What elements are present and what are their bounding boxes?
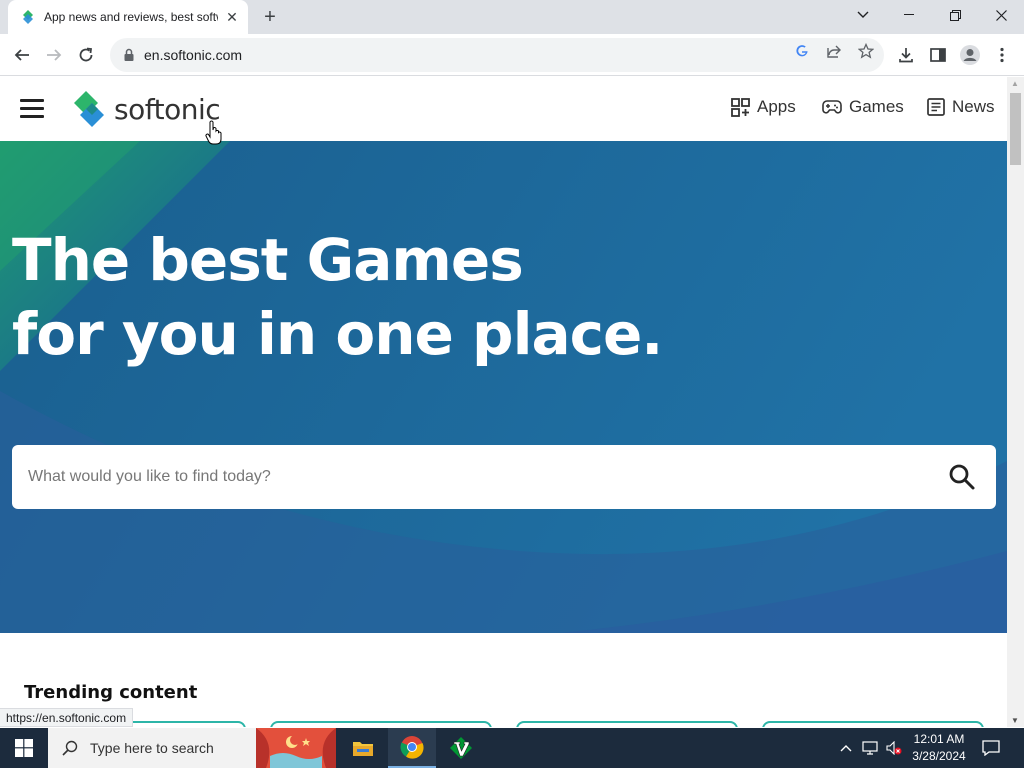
back-icon[interactable] xyxy=(6,39,38,71)
trending-card[interactable] xyxy=(516,721,738,727)
url-text: en.softonic.com xyxy=(144,47,243,63)
hero-background xyxy=(0,141,1007,633)
hero-heading: The best Games for you in one place. xyxy=(12,223,663,371)
softonic-favicon-icon xyxy=(23,10,33,24)
softonic-logo-icon xyxy=(74,91,104,127)
scroll-up-arrow-icon[interactable]: ▲ xyxy=(1011,79,1019,88)
minimize-button[interactable] xyxy=(886,0,932,30)
gamepad-icon xyxy=(822,100,842,114)
chrome-taskbar-icon[interactable] xyxy=(388,728,436,768)
tab-search-icon[interactable] xyxy=(840,0,886,30)
reload-icon[interactable] xyxy=(70,39,102,71)
restore-button[interactable] xyxy=(932,0,978,30)
action-center-icon[interactable] xyxy=(978,736,1004,760)
link-status-bubble: https://en.softonic.com xyxy=(0,708,134,727)
new-tab-button[interactable]: + xyxy=(258,5,282,29)
site-header: softonic Apps Games News xyxy=(0,77,1007,141)
windows-taskbar: Type here to search 12:01 AM 3/28/2024 xyxy=(0,728,1024,768)
taskbar-search-box[interactable]: Type here to search xyxy=(48,728,256,768)
widgets-news-icon[interactable] xyxy=(256,728,336,768)
trending-heading: Trending content xyxy=(24,682,198,703)
share-icon[interactable] xyxy=(825,42,843,60)
system-clock[interactable]: 12:01 AM 3/28/2024 xyxy=(904,731,974,765)
scroll-down-arrow-icon[interactable]: ▼ xyxy=(1011,716,1019,725)
page-scrollbar[interactable]: ▲ ▼ xyxy=(1007,77,1024,727)
browser-tabstrip: App news and reviews, best software down… xyxy=(0,0,1024,34)
network-icon[interactable] xyxy=(862,740,878,756)
file-explorer-icon[interactable] xyxy=(339,728,387,768)
nav-news-label: News xyxy=(952,97,995,116)
volume-muted-icon[interactable] xyxy=(886,740,902,756)
nav-games-label: Games xyxy=(849,97,904,116)
trending-card[interactable] xyxy=(270,721,492,727)
scroll-thumb[interactable] xyxy=(1010,93,1021,165)
hero-banner: The best Games for you in one place. xyxy=(0,141,1007,633)
taskbar-search-text: Type here to search xyxy=(90,740,214,756)
address-bar[interactable]: en.softonic.com xyxy=(110,38,884,72)
browser-tab[interactable]: App news and reviews, best software down… xyxy=(8,0,248,34)
bookmark-star-icon[interactable] xyxy=(857,42,875,60)
vim-app-icon[interactable] xyxy=(437,728,485,768)
site-search-input[interactable] xyxy=(28,468,908,486)
lock-icon xyxy=(124,48,134,61)
search-icon[interactable] xyxy=(948,463,976,491)
browser-menu-icon[interactable] xyxy=(990,43,1014,67)
site-search-box xyxy=(12,445,996,509)
show-hidden-icons-chevron-icon[interactable] xyxy=(838,740,854,756)
forward-icon[interactable] xyxy=(38,39,70,71)
clock-date: 3/28/2024 xyxy=(912,749,966,763)
clock-time: 12:01 AM xyxy=(913,732,965,746)
newspaper-icon xyxy=(927,98,945,116)
hero-heading-line2: for you in one place. xyxy=(12,300,663,368)
google-lens-icon[interactable] xyxy=(793,42,811,60)
softonic-logo[interactable]: softonic xyxy=(70,89,221,129)
close-window-button[interactable] xyxy=(978,0,1024,30)
nav-apps-link[interactable]: Apps xyxy=(731,97,796,117)
side-panel-icon[interactable] xyxy=(926,43,950,67)
trending-card[interactable] xyxy=(762,721,984,727)
tab-title: App news and reviews, best software down… xyxy=(44,10,218,24)
web-page: softonic Apps Games News The best Games … xyxy=(0,77,1007,727)
close-tab-icon[interactable]: ✕ xyxy=(224,9,240,25)
hand-cursor-icon xyxy=(205,120,222,145)
windows-start-icon[interactable] xyxy=(0,728,48,768)
nav-games-link[interactable]: Games xyxy=(822,97,904,117)
hero-heading-line1: The best Games xyxy=(12,226,524,294)
nav-apps-label: Apps xyxy=(757,97,796,116)
taskbar-search-icon xyxy=(62,740,78,756)
hamburger-menu-icon[interactable] xyxy=(20,99,44,119)
nav-news-link[interactable]: News xyxy=(927,97,995,117)
browser-toolbar: en.softonic.com xyxy=(0,34,1024,76)
grid-icon xyxy=(731,97,750,117)
profile-avatar-icon[interactable] xyxy=(958,43,982,67)
download-icon[interactable] xyxy=(894,43,918,67)
